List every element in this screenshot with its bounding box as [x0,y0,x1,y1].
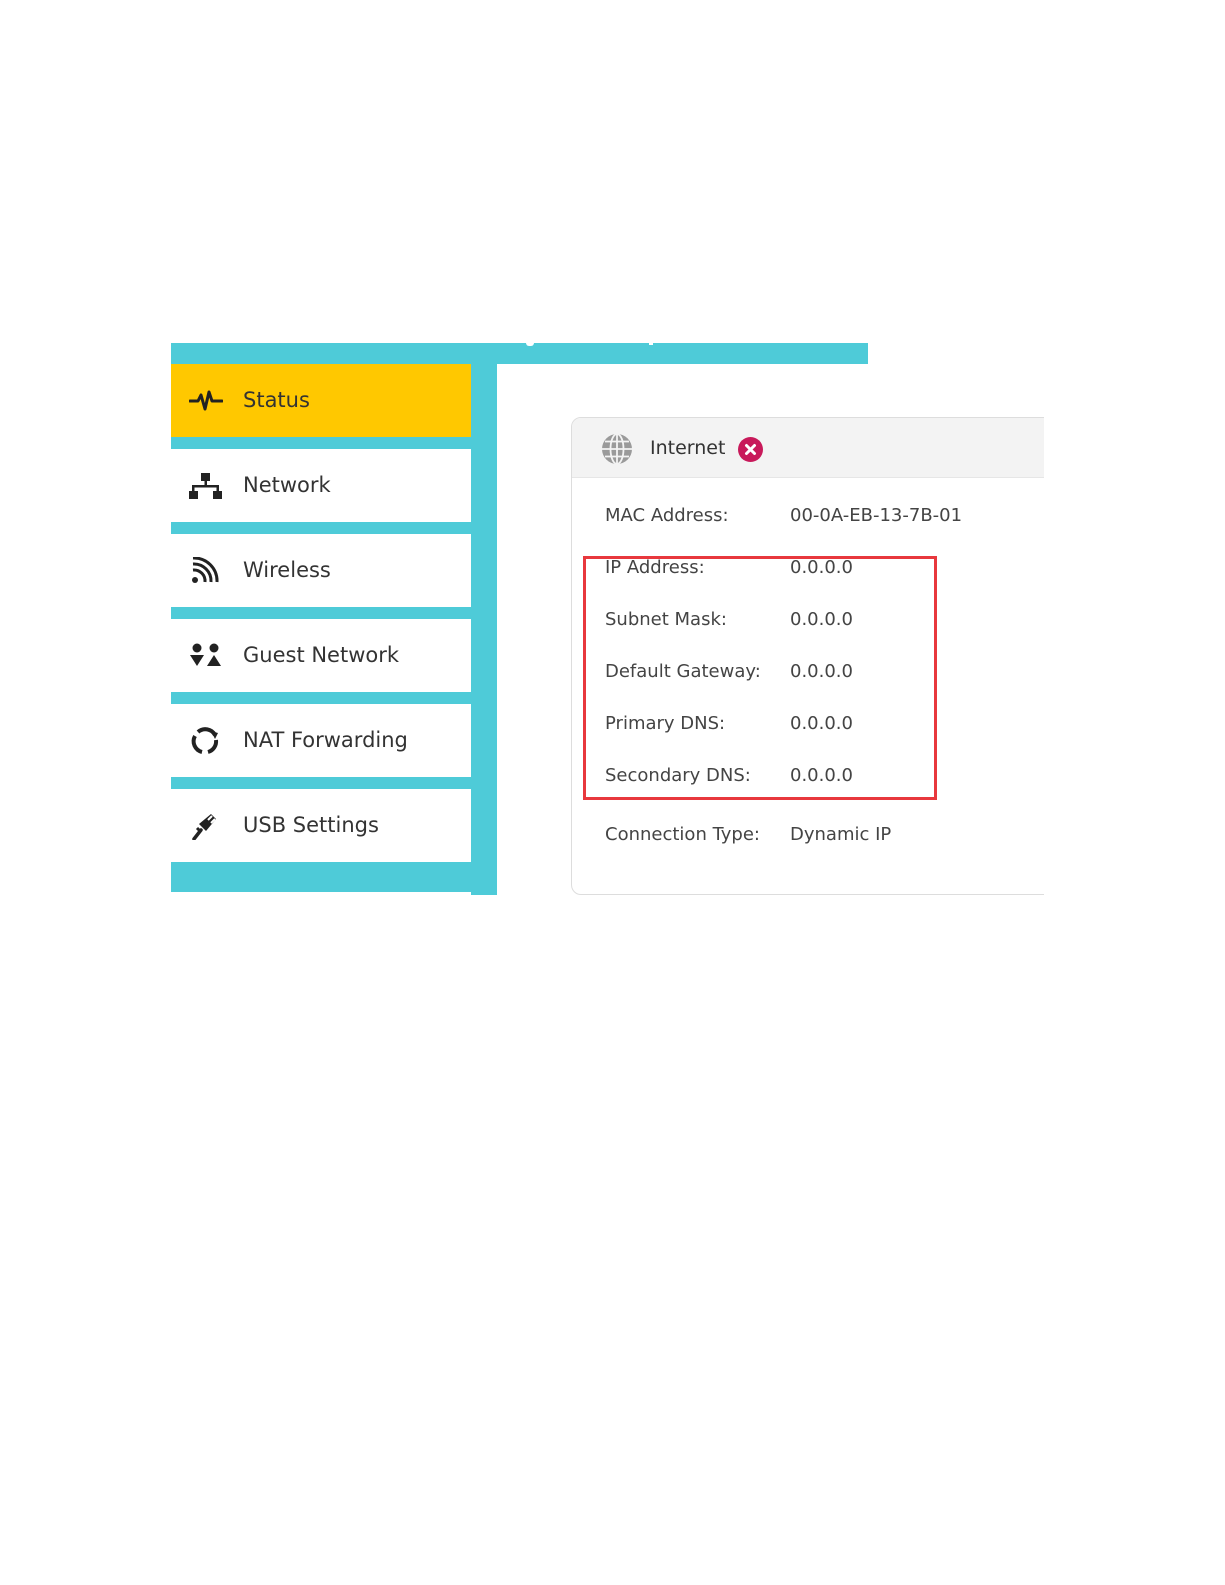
sidebar-item-nat-forwarding[interactable]: NAT Forwarding [171,704,471,777]
row-label: Connection Type: [605,824,760,845]
card-title: Internet [650,437,726,459]
row-value: 00-0A-EB-13-7B-01 [790,505,963,526]
usb-icon [189,812,223,840]
wireless-icon [189,557,223,585]
nat-forwarding-icon [189,727,223,755]
globe-icon [601,433,633,465]
row-label: MAC Address: [605,505,729,526]
guest-network-icon [189,642,223,670]
sidebar-item-guest-network[interactable]: Guest Network [171,619,471,692]
top-banner-strip [171,343,868,364]
sidebar-item-label: Status [243,388,310,412]
pulse-icon [189,387,223,415]
banner-notch [649,343,653,345]
sidebar-item-status[interactable]: Status [171,364,471,437]
sidebar-item-partial [171,892,471,895]
network-icon [189,472,223,500]
banner-notch [526,343,534,346]
sidebar-item-wireless[interactable]: Wireless [171,534,471,607]
sidebar-item-label: Guest Network [243,643,400,667]
sidebar-item-label: Network [243,473,331,497]
sidebar-item-label: USB Settings [243,813,379,837]
sidebar-item-label: Wireless [243,558,331,582]
sidebar: Status Network Wireless Guest Network NA… [171,364,497,895]
sidebar-item-network[interactable]: Network [171,449,471,522]
sidebar-item-label: NAT Forwarding [243,728,408,752]
card-header: Internet [572,418,1044,478]
row-value: Dynamic IP [790,824,892,845]
sidebar-item-usb-settings[interactable]: USB Settings [171,789,471,862]
error-x-icon [738,437,763,462]
annotation-highlight-box [583,556,937,800]
